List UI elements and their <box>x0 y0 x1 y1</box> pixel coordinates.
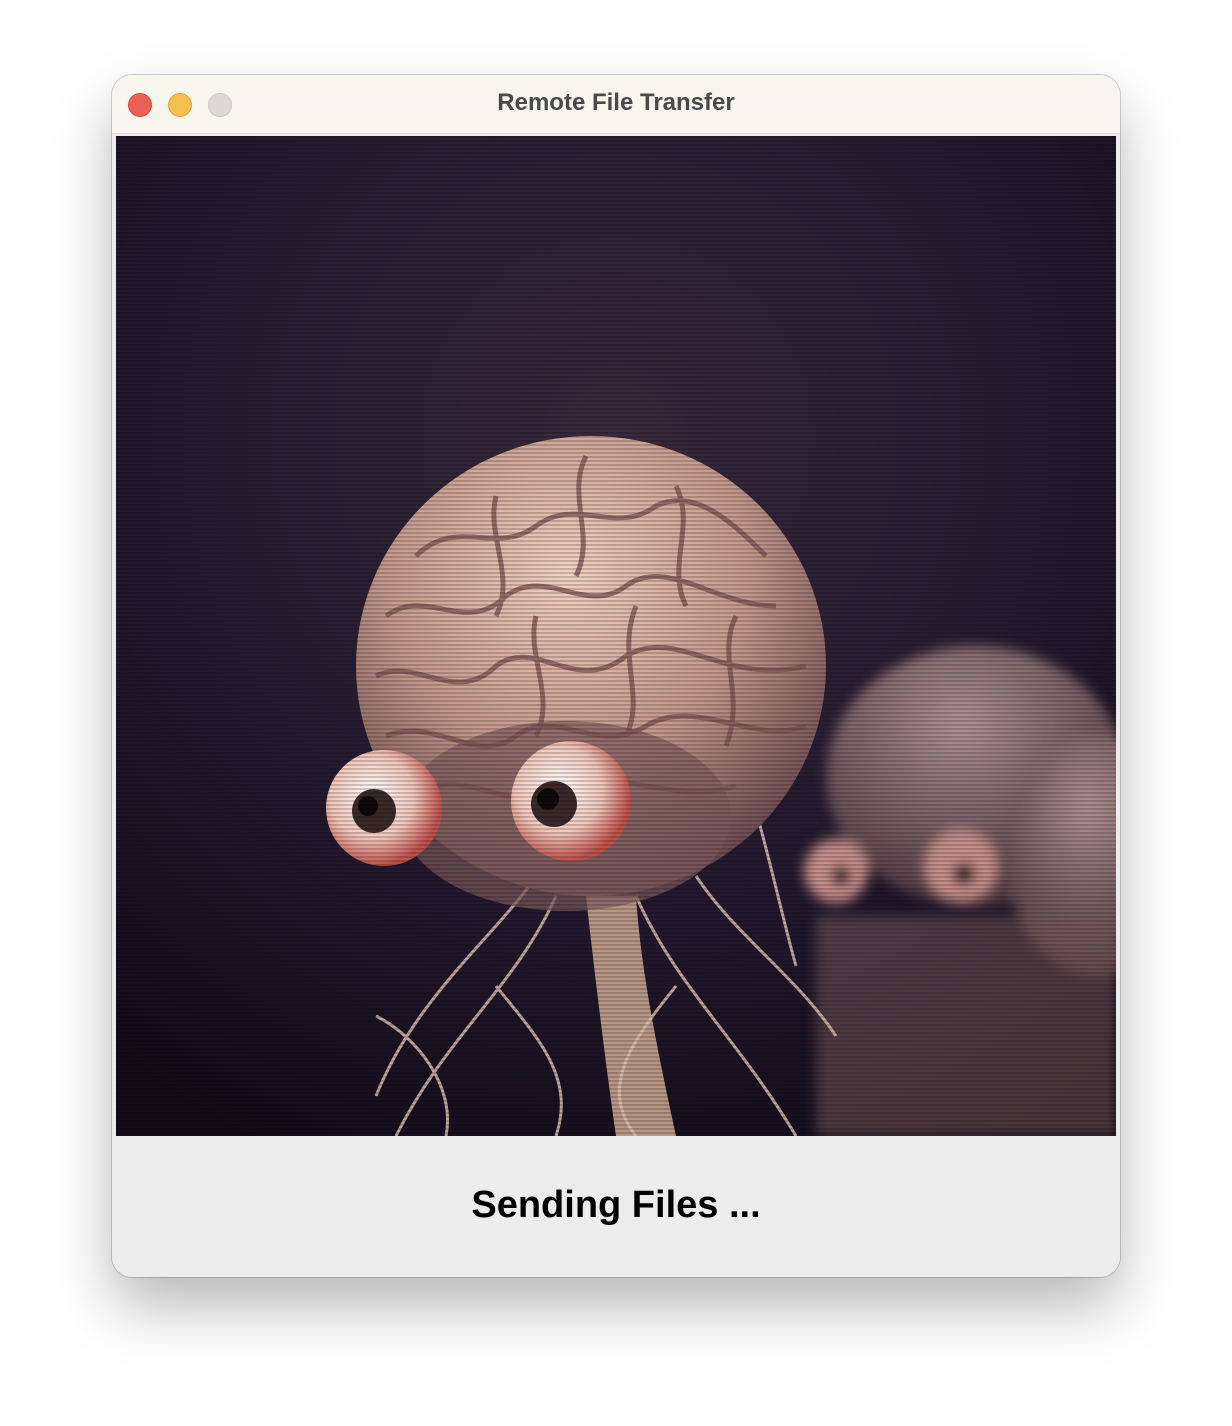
window-title: Remote File Transfer <box>497 89 735 116</box>
app-window: Remote File Transfer Sending Files ... <box>112 75 1120 1277</box>
status-message: Sending Files ... <box>471 1184 761 1226</box>
title-bar[interactable]: Remote File Transfer <box>112 75 1120 134</box>
status-area: Sending Files ... <box>112 1136 1120 1277</box>
brain-creature-image <box>116 136 1116 1136</box>
